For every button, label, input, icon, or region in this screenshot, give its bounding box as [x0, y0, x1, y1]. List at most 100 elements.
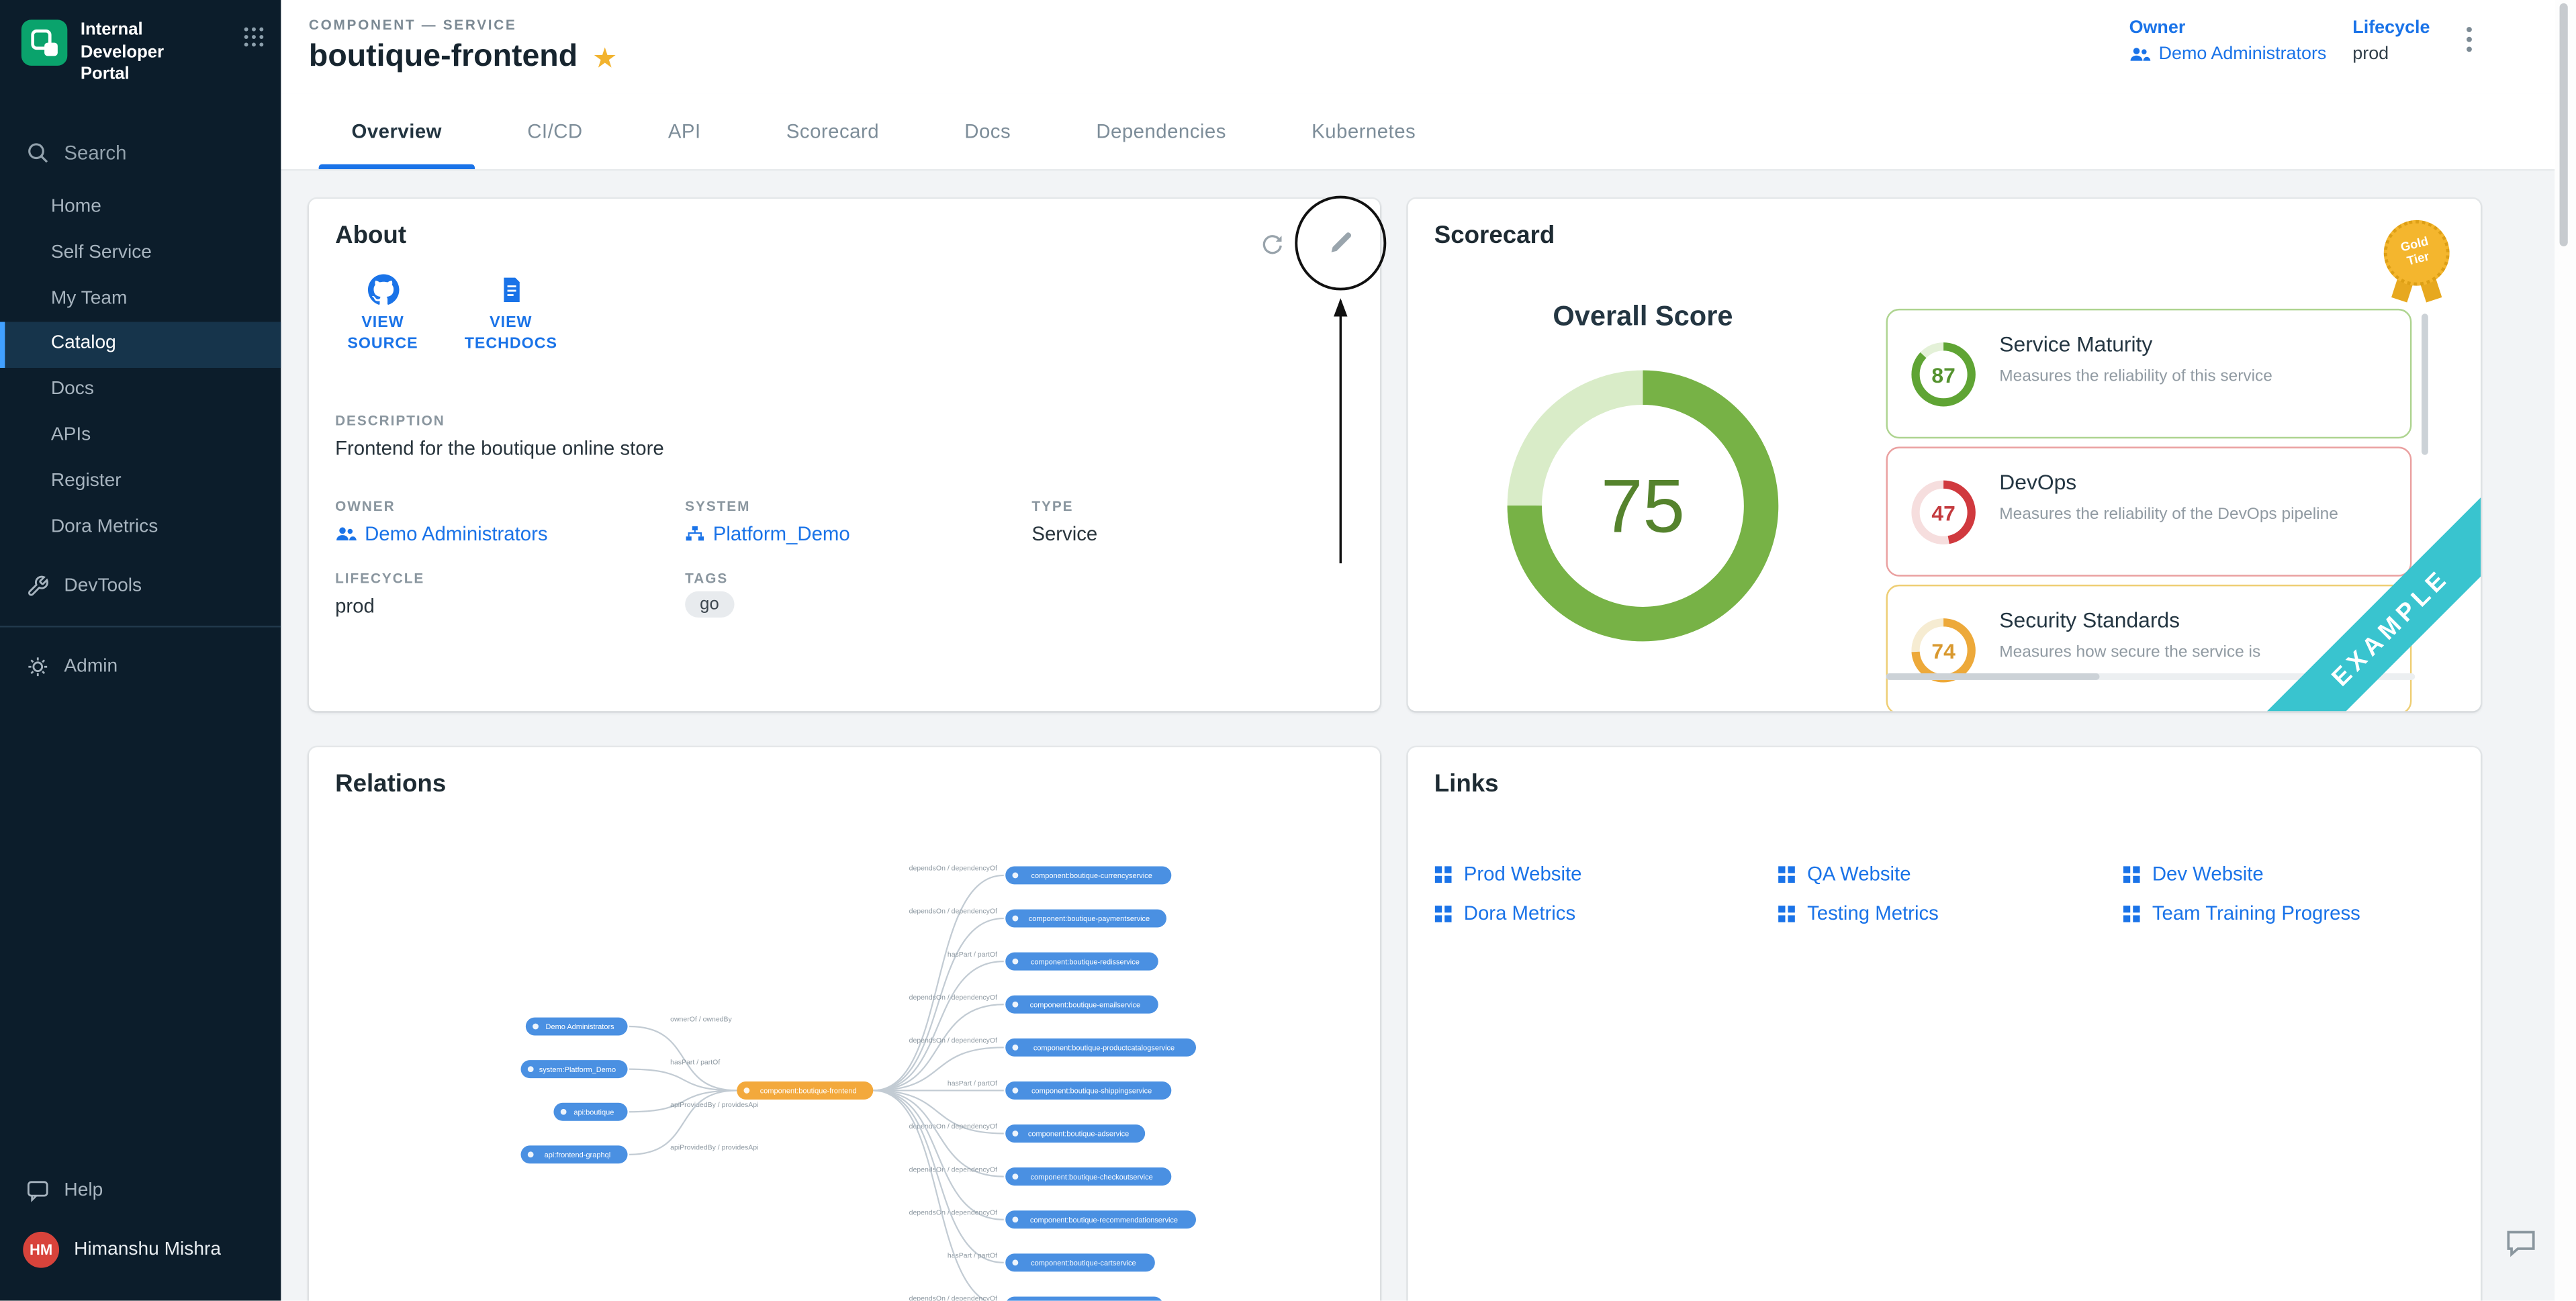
content-area: About VIEW SOURCE VIEW TECHDOCS — [281, 171, 2576, 1300]
sidebar-item-register[interactable]: Register — [0, 459, 281, 505]
relation-node[interactable]: component:boutique-redisservice — [1005, 953, 1158, 971]
relation-node[interactable]: Demo Administrators — [526, 1018, 628, 1036]
system-name: Platform_Demo — [713, 522, 850, 545]
relation-node[interactable]: component:boutique-currencyservice — [1005, 866, 1171, 884]
lifecycle-field-label: LIFECYCLE — [335, 570, 424, 586]
link-prod-website[interactable]: Prod Website — [1434, 862, 1778, 885]
sidebar-item-dora-metrics[interactable]: Dora Metrics — [0, 505, 281, 550]
link-label: Prod Website — [1464, 862, 1582, 885]
sidebar-search[interactable]: Search — [0, 126, 281, 179]
relation-node[interactable]: component:boutique-shippingservice — [1005, 1081, 1171, 1100]
sidebar-item-docs[interactable]: Docs — [0, 368, 281, 414]
gold-tier-badge: Gold Tier — [2381, 218, 2453, 303]
feedback-chat-icon[interactable] — [2503, 1225, 2538, 1268]
refresh-icon[interactable] — [1252, 224, 1291, 263]
sidebar-item-home[interactable]: Home — [0, 185, 281, 231]
relation-node[interactable]: component:boutique-recommendationservice — [1005, 1210, 1196, 1228]
score-donut: 87 — [1907, 338, 1980, 411]
entity-header: COMPONENT — SERVICE boutique-frontend ★ … — [281, 0, 2576, 93]
links-card: Links Prod Website QA Website Dev Websit… — [1408, 747, 2481, 1300]
link-testing-metrics[interactable]: Testing Metrics — [1778, 902, 2123, 924]
tab-kubernetes[interactable]: Kubernetes — [1269, 93, 1459, 169]
sidebar-item-my-team[interactable]: My Team — [0, 277, 281, 322]
relation-edge — [873, 1090, 1003, 1262]
score-value: 87 — [1907, 338, 1980, 411]
user-menu[interactable]: HM Himanshu Mishra — [0, 1217, 281, 1288]
sidebar-item-catalog[interactable]: Catalog — [0, 322, 281, 368]
sidebar-nav: Home Self Service My Team Catalog Docs A… — [0, 185, 281, 550]
lifecycle-label: Lifecycle — [2352, 18, 2430, 38]
relation-edge-label: dependsOn / dependencyOf — [909, 865, 997, 873]
type-field-value: Service — [1031, 522, 1097, 545]
relation-edge-label: apiProvidedBy / providesApi — [670, 1144, 758, 1152]
tags-field: TAGS go — [685, 570, 734, 618]
overall-score-value: 75 — [1503, 367, 1782, 646]
system-field-label: SYSTEM — [685, 497, 850, 514]
gear-icon — [26, 656, 49, 679]
sidebar-item-admin[interactable]: Admin — [0, 641, 281, 693]
sidebar-item-help[interactable]: Help — [0, 1165, 281, 1217]
lifecycle-field: LIFECYCLE prod — [335, 570, 424, 618]
relation-edge-label: hasPart / partOf — [670, 1058, 720, 1066]
owner-label: Owner — [2129, 18, 2327, 38]
links-title: Links — [1434, 770, 1499, 798]
svg-text:component:boutique-redisservic: component:boutique-redisservice — [1031, 958, 1140, 966]
gold-tier-label: Gold Tier — [2393, 234, 2441, 272]
relation-node[interactable]: component:boutique-paymentservice — [1005, 910, 1166, 928]
relation-node[interactable]: component:boutique-frontend — [737, 1081, 873, 1100]
favorite-star-icon[interactable]: ★ — [592, 44, 617, 72]
score-card-devops[interactable]: 47 DevOps Measures the reliability of th… — [1886, 446, 2412, 576]
relation-edge-label: dependsOn / dependencyOf — [909, 1165, 997, 1173]
about-title: About — [335, 222, 406, 250]
link-qa-website[interactable]: QA Website — [1778, 862, 2123, 885]
page-scrollbar-track — [2555, 0, 2576, 1301]
kebab-menu-icon[interactable] — [2466, 26, 2473, 60]
relation-node[interactable]: component:boutique-productcatalogservice — [1005, 1039, 1196, 1057]
view-source-label: VIEW SOURCE — [328, 314, 436, 356]
svg-text:component:boutique-frontend: component:boutique-frontend — [760, 1088, 857, 1096]
score-list-vertical-scrollbar[interactable] — [2422, 314, 2428, 454]
page-scrollbar-thumb[interactable] — [2560, 3, 2568, 246]
tab-api[interactable]: API — [625, 93, 743, 169]
header-owner: Owner Demo Administrators — [2129, 18, 2327, 64]
tag-chip[interactable]: go — [685, 591, 734, 618]
relation-node[interactable]: system:Platform_Demo — [521, 1060, 628, 1078]
owner-field-value[interactable]: Demo Administrators — [335, 522, 548, 545]
relation-node[interactable]: api:boutique — [553, 1103, 627, 1121]
link-dora-metrics[interactable]: Dora Metrics — [1434, 902, 1778, 924]
relation-node[interactable]: component:boutique-checkoutservice — [1005, 1167, 1171, 1186]
overall-score-label: Overall Score — [1503, 301, 1782, 334]
link-team-training-progress[interactable]: Team Training Progress — [2123, 902, 2475, 924]
tab-cicd[interactable]: CI/CD — [485, 93, 626, 169]
relation-node[interactable]: component:boutique-emailservice — [1005, 996, 1158, 1014]
sidebar-item-apis[interactable]: APIs — [0, 414, 281, 459]
link-dev-website[interactable]: Dev Website — [2123, 862, 2475, 885]
view-source-button[interactable]: VIEW SOURCE — [328, 275, 436, 356]
relation-node[interactable]: component:boutique-loadgenerator — [1005, 1296, 1163, 1300]
sidebar-item-self-service[interactable]: Self Service — [0, 231, 281, 277]
relation-edge — [873, 1004, 1003, 1090]
tab-overview[interactable]: Overview — [309, 93, 485, 169]
edit-pencil-icon[interactable] — [1321, 224, 1361, 263]
relation-node[interactable]: component:boutique-cartservice — [1005, 1253, 1155, 1271]
svg-text:component:boutique-shippingser: component:boutique-shippingservice — [1031, 1088, 1152, 1096]
sidebar-item-devtools[interactable]: DevTools — [0, 561, 281, 613]
tab-dependencies[interactable]: Dependencies — [1054, 93, 1269, 169]
devtools-label: DevTools — [64, 577, 142, 596]
apps-grid-icon[interactable] — [243, 26, 265, 56]
score-card-service-maturity[interactable]: 87 Service Maturity Measures the reliabi… — [1886, 309, 2412, 438]
wrench-icon — [26, 575, 49, 598]
view-techdocs-button[interactable]: VIEW TECHDOCS — [457, 275, 565, 356]
system-field-value[interactable]: Platform_Demo — [685, 522, 850, 545]
sidebar: Internal Developer Portal Search Home Se… — [0, 0, 281, 1301]
tab-scorecard[interactable]: Scorecard — [743, 93, 921, 169]
scorecard-title: Scorecard — [1434, 222, 1555, 250]
relation-node[interactable]: component:boutique-adservice — [1005, 1124, 1145, 1143]
description-field: DESCRIPTION Frontend for the boutique on… — [335, 412, 664, 460]
tab-docs[interactable]: Docs — [922, 93, 1054, 169]
owner-link[interactable]: Demo Administrators — [2129, 44, 2327, 64]
relation-node[interactable]: api:frontend-graphql — [521, 1145, 628, 1163]
owner-value: Demo Administrators — [2159, 44, 2327, 64]
relation-edge-label: dependsOn / dependencyOf — [909, 1122, 997, 1130]
people-icon — [2129, 46, 2151, 62]
